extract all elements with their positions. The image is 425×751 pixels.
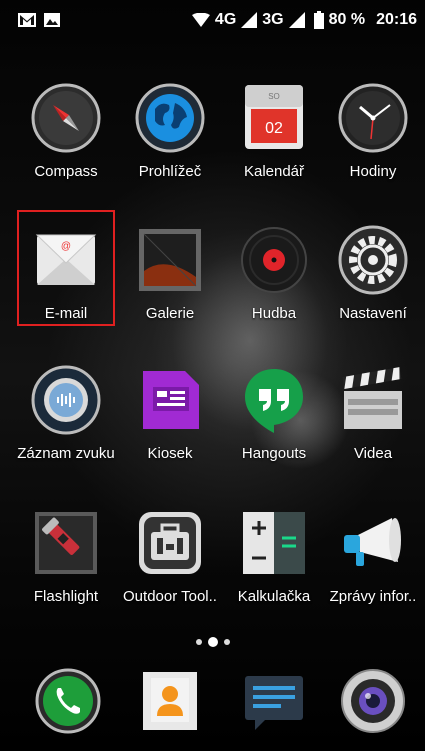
app-calculator[interactable]: Kalkulačka [221, 508, 327, 628]
image-icon [44, 13, 60, 27]
clapperboard-icon [342, 367, 402, 429]
hangouts-icon [245, 369, 303, 433]
app-browser[interactable]: Prohlížeč [117, 83, 223, 203]
app-label: Kalkulačka [237, 588, 311, 605]
page-dot [195, 639, 202, 645]
app-gallery[interactable]: Galerie [117, 225, 223, 345]
flashlight-icon [35, 512, 97, 574]
app-hangouts[interactable]: Hangouts [221, 365, 327, 485]
app-news[interactable]: Zprávy infor.. [320, 508, 425, 628]
calendar-day: SO [268, 92, 280, 101]
app-label: E-mail [44, 305, 88, 322]
wifi-icon [191, 13, 210, 27]
app-clock[interactable]: Hodiny [320, 83, 425, 203]
contacts-icon [143, 672, 197, 730]
megaphone-icon [344, 518, 401, 566]
status-bar: 4G 3G 80 % 20:16 [0, 0, 425, 40]
settings-gear-icon [338, 225, 408, 295]
dock-messages[interactable] [221, 668, 327, 738]
app-email[interactable]: @ E-mail [13, 225, 119, 345]
app-label: Nastavení [339, 305, 407, 322]
email-envelope-icon: @ [35, 234, 97, 285]
app-compass[interactable]: Compass [13, 83, 119, 203]
battery-icon [313, 11, 324, 29]
svg-text:@: @ [61, 241, 71, 252]
toolbox-icon [139, 512, 201, 574]
compass-icon [31, 83, 101, 153]
app-label: Compass [34, 163, 98, 180]
phone-icon [35, 668, 101, 734]
dock-phone[interactable] [15, 668, 121, 738]
app-label: Kiosek [147, 445, 193, 462]
app-label: Flashlight [33, 588, 99, 605]
app-label: Galerie [145, 305, 195, 322]
dock-contacts[interactable] [117, 668, 223, 738]
music-record-icon [241, 227, 307, 293]
clock-icon [338, 83, 408, 153]
app-flashlight[interactable]: Flashlight [13, 508, 119, 628]
app-label: Videa [353, 445, 393, 462]
app-outdoor-tools[interactable]: Outdoor Tool.. [117, 508, 223, 628]
app-label: Outdoor Tool.. [123, 588, 217, 605]
sound-recorder-icon [31, 365, 101, 435]
app-label: Kalendář [243, 163, 305, 180]
app-calendar[interactable]: SO 02 Kalendář [221, 83, 327, 203]
page-dot-current [207, 637, 218, 647]
dock-camera[interactable] [320, 668, 425, 738]
app-label: Záznam zvuku [17, 445, 115, 462]
app-label: Zprávy infor.. [329, 588, 417, 605]
browser-globe-icon [135, 83, 205, 153]
calendar-icon: SO 02 [245, 85, 303, 149]
gmail-icon [18, 13, 36, 27]
clock-time: 20:16 [376, 11, 417, 28]
calculator-icon [243, 512, 305, 574]
page-dot [223, 639, 230, 645]
network-4g-label: 4G [214, 11, 237, 28]
app-label: Hodiny [349, 163, 397, 180]
gallery-icon [139, 229, 201, 291]
app-sound-recorder[interactable]: Záznam zvuku [13, 365, 119, 485]
app-kiosk[interactable]: Kiosek [117, 365, 223, 485]
app-label: Hangouts [241, 445, 307, 462]
calendar-date: 02 [265, 120, 283, 137]
app-settings[interactable]: Nastavení [320, 225, 425, 345]
camera-icon [341, 669, 405, 733]
app-label: Hudba [251, 305, 297, 322]
app-videos[interactable]: Videa [320, 365, 425, 485]
battery-percent: 80 % [328, 11, 366, 28]
network-3g-label: 3G [262, 11, 284, 28]
messages-icon [245, 676, 303, 730]
app-label: Prohlížeč [138, 163, 202, 180]
signal-3g-icon [288, 12, 305, 28]
app-music[interactable]: Hudba [221, 225, 327, 345]
signal-4g-icon [241, 12, 258, 28]
kiosk-icon [143, 371, 199, 429]
page-indicator [0, 637, 425, 647]
